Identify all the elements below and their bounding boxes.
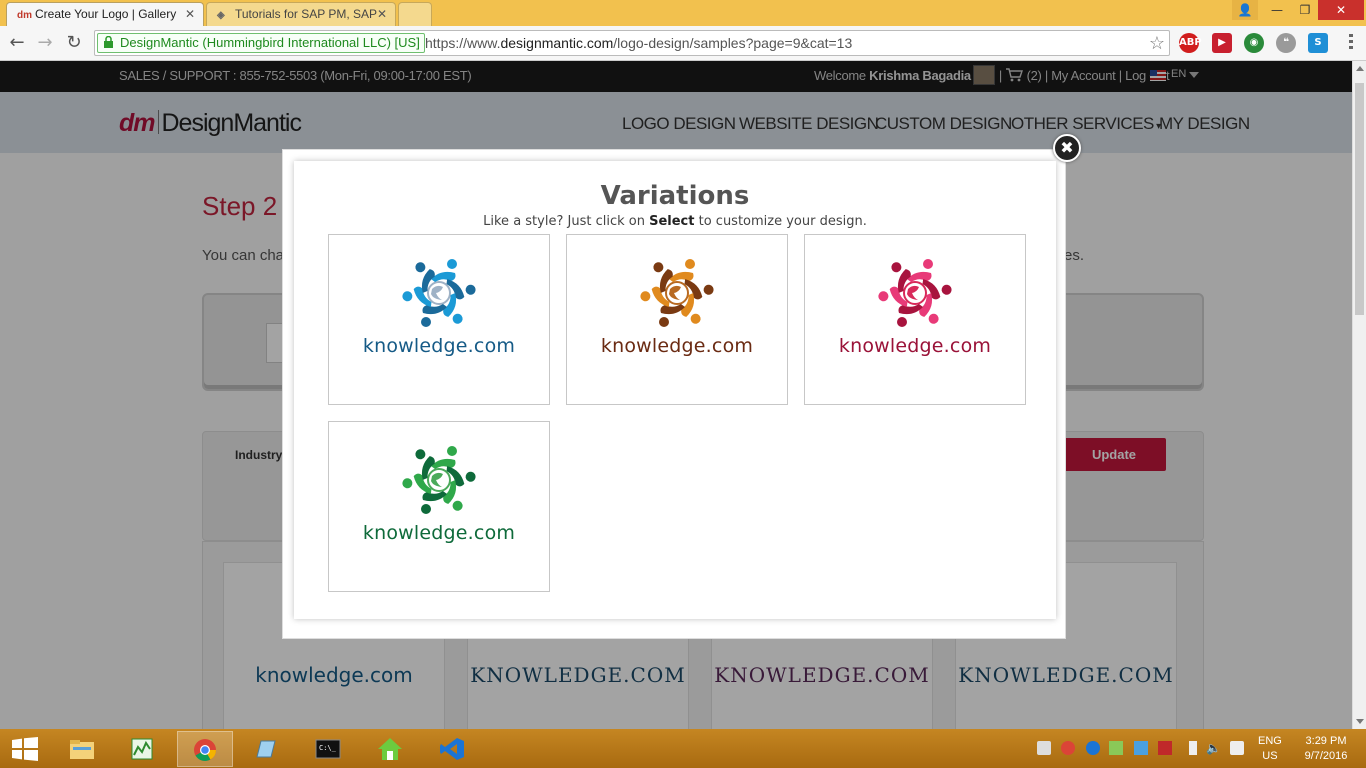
scrollbar-thumb[interactable] xyxy=(1355,83,1364,315)
variation-card-pink[interactable]: knowledge.com xyxy=(804,234,1026,405)
input-language-indicator[interactable]: ENG US xyxy=(1258,734,1282,764)
sap-favicon-icon: ◈ xyxy=(217,10,225,21)
adblock-plus-icon[interactable]: ABP xyxy=(1179,33,1202,53)
ev-certificate-badge[interactable]: DesignMantic (Hummingbird International … xyxy=(97,33,425,53)
lock-icon xyxy=(104,36,113,48)
variation-wordmark: knowledge.com xyxy=(838,335,992,357)
variation-card-blue[interactable]: knowledge.com xyxy=(328,234,550,405)
subtitle-prefix: Like a style? Just click on xyxy=(483,214,645,229)
taskmgr-icon[interactable] xyxy=(115,731,171,767)
windows-taskbar: C:\_ 🔈 ENG US 3:29 PM 9/7/2016 xyxy=(0,729,1366,768)
variation-card-green[interactable]: knowledge.com xyxy=(328,421,550,592)
tray-app-icon[interactable] xyxy=(1109,741,1123,755)
close-tab-icon[interactable]: ✕ xyxy=(185,3,195,25)
variation-wordmark: knowledge.com xyxy=(362,522,516,544)
people-globe-emblem-icon xyxy=(402,259,476,327)
close-window-button[interactable]: ✕ xyxy=(1318,0,1364,20)
browser-toolbar: ← → ↻ DesignMantic (Hummingbird Internat… xyxy=(0,26,1366,61)
people-globe-emblem-icon xyxy=(402,446,476,514)
address-bar[interactable]: DesignMantic (Hummingbird International … xyxy=(94,30,1170,56)
url-scheme: https://www. xyxy=(425,35,501,51)
people-globe-emblem-icon xyxy=(878,259,952,327)
variation-card-brown[interactable]: knowledge.com xyxy=(566,234,788,405)
people-globe-emblem-icon xyxy=(640,259,714,327)
volume-icon[interactable]: 🔈 xyxy=(1206,741,1221,755)
chrome-user-icon[interactable]: 👤 xyxy=(1232,0,1258,20)
modal-title: Variations xyxy=(600,181,750,211)
browser-tab-strip: dm Create Your Logo | Gallery ✕ ◈ Tutorial… xyxy=(0,0,1366,26)
modal-close-button[interactable]: ✖ xyxy=(1053,134,1081,162)
network-tray-icon[interactable] xyxy=(1037,741,1051,755)
lang-bottom: US xyxy=(1262,750,1278,762)
scroll-down-icon[interactable] xyxy=(1356,719,1364,724)
chrome-menu-icon[interactable] xyxy=(1344,34,1358,52)
tray-app-icon[interactable] xyxy=(1134,741,1148,755)
tab-create-your-logo[interactable]: dm Create Your Logo | Gallery ✕ xyxy=(6,2,204,26)
scroll-up-icon[interactable] xyxy=(1356,66,1364,71)
tab-sap-tutorials[interactable]: ◈ Tutorials for SAP PM, SAP ✕ xyxy=(206,2,396,26)
url-host: designmantic.com xyxy=(500,35,614,51)
security-shield-icon[interactable] xyxy=(1158,741,1172,755)
skype-icon[interactable]: S xyxy=(1308,33,1328,53)
back-arrow-icon[interactable]: ← xyxy=(6,32,28,54)
file-explorer-icon[interactable] xyxy=(55,731,111,767)
lang-top: ENG xyxy=(1258,735,1282,747)
chrome-icon[interactable] xyxy=(177,731,233,767)
cmd-icon[interactable]: C:\_ xyxy=(301,731,357,767)
taskbar-clock[interactable]: 3:29 PM 9/7/2016 xyxy=(1296,734,1356,764)
tab-label: Tutorials for SAP PM, SAP xyxy=(235,7,378,21)
tab-label: Create Your Logo | Gallery xyxy=(35,7,177,21)
minimize-button[interactable]: — xyxy=(1262,0,1292,20)
maximize-button[interactable]: ❐ xyxy=(1290,0,1320,20)
forward-extension-icon[interactable]: ▶ xyxy=(1212,33,1232,53)
notepad-icon[interactable] xyxy=(239,731,295,767)
page-scrollbar[interactable] xyxy=(1352,61,1366,729)
hangouts-icon[interactable]: ❝ xyxy=(1276,33,1296,53)
variation-wordmark: knowledge.com xyxy=(600,335,754,357)
svg-text:C:\_: C:\_ xyxy=(319,744,337,752)
clock-date: 9/7/2016 xyxy=(1304,750,1348,762)
url-path: /logo-design/samples?page=9&cat=13 xyxy=(613,35,853,51)
close-tab-icon[interactable]: ✕ xyxy=(377,3,387,25)
security-label: DesignMantic (Hummingbird International … xyxy=(120,35,420,50)
dm-favicon-icon: dm xyxy=(17,10,32,21)
bookmark-star-icon[interactable]: ☆ xyxy=(1149,31,1165,55)
clock-time: 3:29 PM xyxy=(1305,735,1347,747)
forward-arrow-icon[interactable]: → xyxy=(34,32,56,54)
windows-start-icon[interactable] xyxy=(12,737,38,761)
reload-icon[interactable]: ↻ xyxy=(63,32,85,54)
action-center-icon[interactable] xyxy=(1230,741,1244,755)
home-app-icon[interactable] xyxy=(363,731,419,767)
url-text[interactable]: https://www.designmantic.com/logo-design… xyxy=(425,31,852,55)
modal-subtitle: Like a style? Just click on Select to cu… xyxy=(294,214,1056,229)
new-tab-button[interactable] xyxy=(398,2,432,26)
bluetooth-icon[interactable] xyxy=(1086,741,1100,755)
circle-extension-icon[interactable]: ◉ xyxy=(1244,33,1264,53)
visual-studio-icon[interactable] xyxy=(425,731,481,767)
subtitle-suffix: to customize your design. xyxy=(698,214,867,229)
subtitle-bold: Select xyxy=(649,214,695,229)
battery-icon[interactable] xyxy=(1189,741,1197,755)
variation-wordmark: knowledge.com xyxy=(362,335,516,357)
chrome-tray-icon[interactable] xyxy=(1061,741,1075,755)
